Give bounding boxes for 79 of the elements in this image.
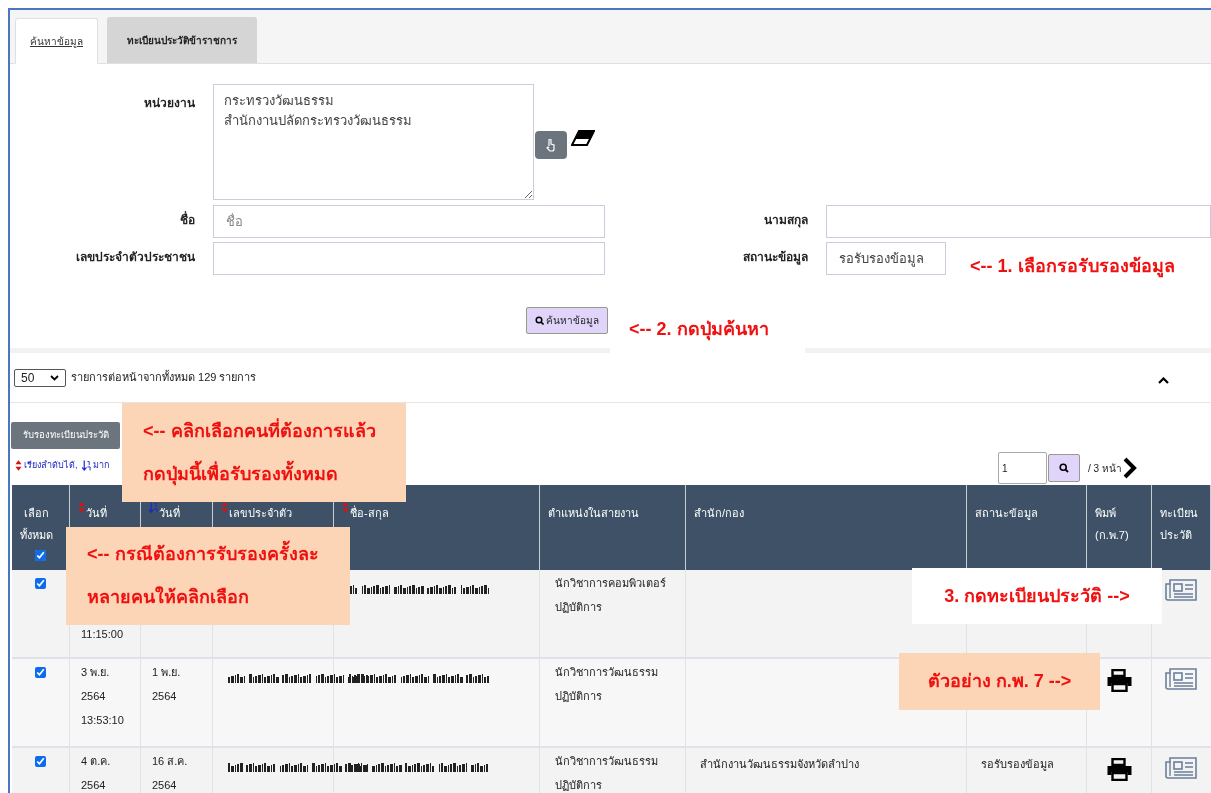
legend-text: เรียงลำดับได้, bbox=[24, 459, 78, 472]
eraser-icon[interactable] bbox=[571, 130, 595, 146]
page-number-field[interactable]: 1 bbox=[998, 452, 1047, 484]
newspaper-icon[interactable] bbox=[1164, 667, 1199, 691]
callout-text: <-- กรณีต้องการรับรองครั้งละ bbox=[87, 533, 350, 576]
date-text: 2564 bbox=[152, 689, 178, 704]
newspaper-icon[interactable] bbox=[1164, 578, 1199, 602]
select-all-checkbox[interactable] bbox=[35, 550, 46, 561]
callout-text: ตัวอย่าง ก.พ. 7 --> bbox=[927, 670, 1072, 693]
column-header[interactable]: ชื่อ-สกุล bbox=[350, 502, 389, 524]
callout-text: <-- 2. กดปุ่มค้นหา bbox=[629, 318, 770, 343]
column-header: ตำแหน่งในสายงาน bbox=[548, 506, 639, 521]
date-text: 2564 bbox=[152, 778, 178, 793]
column-header[interactable]: วันที่ bbox=[86, 502, 107, 524]
date-text: 4 ต.ค. bbox=[81, 754, 112, 769]
search-icon bbox=[535, 316, 544, 325]
tab[interactable]: ค้นหาข้อมูล bbox=[15, 18, 98, 64]
collapse-icon[interactable] bbox=[1158, 377, 1169, 384]
date-text: 11:15:00 bbox=[81, 627, 124, 642]
hand-pointer-icon bbox=[545, 138, 557, 152]
page-size-select[interactable]: 50 bbox=[14, 368, 66, 387]
row-checkbox[interactable] bbox=[35, 578, 46, 589]
status-text: รอรับรองข้อมูล bbox=[981, 758, 1054, 770]
legend-text: มาก bbox=[92, 459, 109, 472]
column-header: พิมพ์ (ก.พ.7) bbox=[1095, 506, 1129, 543]
status-select[interactable]: รอรับรองข้อมูล bbox=[826, 242, 946, 275]
sort-descending-icon bbox=[149, 502, 158, 514]
callout-text: <-- 1. เลือกรอรับรองข้อมูล bbox=[970, 254, 1176, 280]
callout-text: <-- คลิกเลือกคนที่ต้องการแล้ว bbox=[143, 417, 377, 443]
go-to-page-button[interactable] bbox=[1048, 454, 1080, 482]
date-text: 1 พ.ย. bbox=[152, 665, 182, 680]
next-page-icon[interactable] bbox=[1121, 456, 1138, 480]
division-text: สำนักงานวัฒนธรรมจังหวัดลำปาง bbox=[700, 758, 859, 770]
date-text: 2564 bbox=[81, 689, 107, 704]
position-text: นักวิชาการวัฒนธรรม bbox=[555, 665, 659, 680]
approve-button[interactable]: รับรองทะเบียนประวัติ bbox=[11, 422, 120, 449]
date-text: 3 พ.ย. bbox=[81, 665, 111, 680]
printer-icon[interactable] bbox=[1105, 758, 1133, 781]
callout-text: 3. กดทะเบียนประวัติ --> bbox=[944, 584, 1130, 608]
position-text: ปฏิบัติการ bbox=[555, 778, 603, 793]
last-name-field[interactable] bbox=[826, 205, 1211, 238]
field-label: หน่วยงาน bbox=[143, 95, 195, 112]
unit-textarea[interactable]: กระทรวงวัฒนธรรม สำนักงานปลัดกระทรวงวัฒนธรรม bbox=[213, 84, 534, 200]
page-total: / 3 หน้า bbox=[1088, 461, 1122, 476]
first-name-field[interactable]: ชื่อ bbox=[213, 205, 605, 238]
chevron-down-icon bbox=[50, 374, 59, 381]
field-label: เลขประจำตัวประชาชน bbox=[75, 249, 195, 266]
page-size-summary: รายการต่อหน้าจากทั้งหมด 129 รายการ bbox=[71, 369, 257, 386]
printer-icon[interactable] bbox=[1105, 669, 1133, 692]
column-header[interactable]: วันที่ bbox=[159, 502, 180, 524]
row-checkbox[interactable] bbox=[35, 756, 46, 767]
column-header[interactable]: เลือก ทั้งหมด bbox=[20, 502, 53, 546]
column-header: สำนัก/กอง bbox=[694, 506, 745, 521]
sort-icon bbox=[78, 502, 85, 513]
newspaper-icon[interactable] bbox=[1164, 756, 1199, 780]
tab[interactable]: ทะเบียนประวัติข้าราชการ bbox=[107, 17, 257, 63]
field-label: สถานะข้อมูล bbox=[742, 249, 808, 267]
date-text: 13:53:10 bbox=[81, 713, 125, 728]
callout-text: กดปุ่มนี้เพื่อรับรองทั้งหมด bbox=[143, 452, 406, 496]
sort-icon bbox=[221, 502, 228, 513]
sort-icon bbox=[342, 502, 349, 513]
row-checkbox[interactable] bbox=[35, 667, 46, 678]
field-label: ชื่อ bbox=[179, 210, 195, 229]
field-label: นามสกุล bbox=[763, 212, 808, 230]
column-header[interactable]: เลขประจำตัว bbox=[229, 502, 292, 524]
column-header: ทะเบียน ประวัติ bbox=[1160, 506, 1198, 543]
search-button[interactable]: ค้นหาข้อมูล bbox=[526, 307, 608, 334]
search-icon bbox=[1059, 463, 1069, 473]
date-text: 16 ส.ค. bbox=[152, 754, 189, 769]
position-text: นักวิชาการวัฒนธรรม bbox=[555, 754, 659, 769]
callout-text: หลายคนให้คลิกเลือก bbox=[87, 585, 250, 609]
date-text: 2564 bbox=[81, 778, 107, 793]
position-text: ปฏิบัติการ bbox=[555, 689, 603, 704]
column-header: สถานะข้อมูล bbox=[975, 506, 1038, 522]
sort-icon bbox=[15, 460, 22, 472]
sort-descending-icon bbox=[81, 459, 91, 472]
citizen-id-field[interactable] bbox=[213, 242, 605, 275]
position-text: นักวิชาการคอมพิวเตอร์ bbox=[555, 576, 667, 591]
position-text: ปฏิบัติการ bbox=[555, 600, 603, 615]
